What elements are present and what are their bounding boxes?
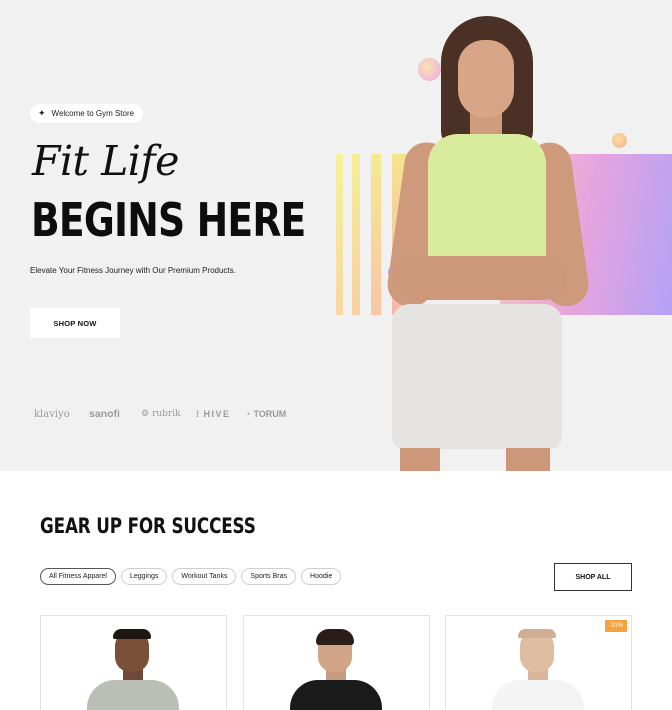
brand-logo-torum: ◔ TORUM — [245, 409, 286, 419]
model-leg — [400, 448, 440, 471]
hero-headline: BEGINS HERE — [31, 193, 306, 247]
product-shirt — [87, 680, 179, 710]
shop-now-button[interactable]: SHOP NOW — [30, 308, 120, 338]
sparkle-icon: ✦ — [38, 108, 46, 118]
product-card[interactable] — [243, 615, 430, 710]
hero-subtitle: Elevate Your Fitness Journey with Our Pr… — [30, 266, 236, 275]
decorative-stripe — [352, 154, 360, 315]
brand-name: TORUM — [253, 409, 287, 419]
brand-logos: klaviyo sanofi ⚙ rubrik ⁞ HIVE ◔ TORUM — [34, 408, 286, 420]
brand-name: sanofi — [89, 408, 120, 420]
brand-name: rubrik — [152, 409, 181, 419]
decorative-stripe — [336, 154, 343, 315]
product-model-hair — [113, 629, 151, 639]
model-face — [458, 40, 514, 118]
decorative-stripe — [371, 154, 381, 315]
shop-all-button[interactable]: SHOP ALL — [554, 563, 632, 591]
product-card[interactable]: -31% — [445, 615, 632, 710]
hero-banner: ✦ Welcome to Gym Store Fit Life BEGINS H… — [0, 0, 672, 471]
hero-model-image — [384, 14, 592, 471]
filter-hoodie[interactable]: Hoodie — [301, 568, 342, 585]
section-title: GEAR UP FOR SUCCESS — [40, 514, 256, 538]
product-card[interactable] — [40, 615, 227, 710]
welcome-badge: ✦ Welcome to Gym Store — [30, 104, 144, 123]
category-filters: All Fitness Apparel Leggings Workout Tan… — [40, 568, 342, 585]
filter-leggings[interactable]: Leggings — [120, 568, 168, 585]
rubrik-logo-icon: ⚙ — [141, 409, 150, 419]
brand-logo-klaviyo: klaviyo — [34, 409, 89, 420]
welcome-text: Welcome to Gym Store — [51, 109, 135, 118]
filter-sports-bras[interactable]: Sports Bras — [241, 568, 297, 585]
filter-all-fitness-apparel[interactable]: All Fitness Apparel — [40, 568, 116, 585]
hero-script-title: Fit Life — [32, 137, 179, 185]
filter-workout-tanks[interactable]: Workout Tanks — [172, 568, 237, 585]
decorative-bubble — [612, 133, 627, 148]
product-shirt — [290, 680, 382, 710]
model-crossed-arms — [396, 256, 566, 300]
model-shorts — [392, 304, 562, 449]
brand-logo-sanofi: sanofi — [89, 408, 141, 420]
brand-name: HIVE — [203, 409, 231, 419]
brand-name: klaviyo — [34, 408, 70, 420]
brand-logo-rubrik: ⚙ rubrik — [141, 409, 196, 419]
discount-badge: -31% — [604, 620, 627, 632]
product-model-hair — [316, 629, 354, 645]
product-model-hair — [518, 629, 556, 638]
product-shirt — [492, 680, 584, 710]
torum-logo-icon: ◔ — [245, 409, 251, 419]
model-leg — [506, 448, 550, 471]
hive-logo-icon: ⁞ — [196, 409, 201, 419]
brand-logo-hive: ⁞ HIVE — [196, 409, 245, 419]
